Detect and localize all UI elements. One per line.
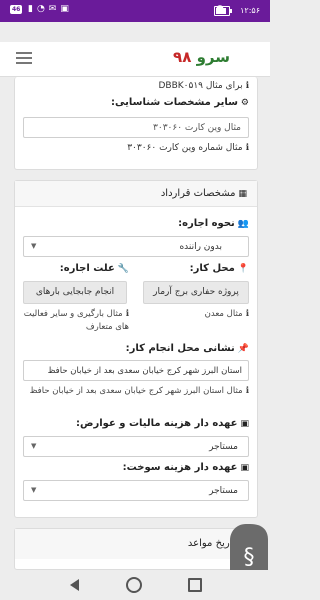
contract-header: ▦مشخصات قرارداد — [15, 181, 257, 207]
home-icon[interactable] — [126, 577, 142, 593]
other-ids-heading: ⚙سایر مشخصات شناسایی: — [111, 97, 249, 108]
cogs-icon: ⚙ — [240, 98, 249, 108]
address-hint: مثال استان البرز شهر کرج خیابان سعدی بعد… — [29, 386, 243, 396]
fuel-label: عهده دار هزینه سوخت: — [122, 462, 238, 473]
location-heading: 📍محل کار: — [190, 263, 249, 274]
fuel-select[interactable]: مستاجر ▼ — [23, 480, 249, 501]
reason-heading: 🔧علت اجاره: — [60, 263, 129, 274]
rent-type-heading: 👥نحوه اجاره: — [178, 218, 249, 229]
vin-hint: مثال شماره وین کارت ۳۰۳۰۶۰ — [127, 143, 243, 153]
reason-value: انجام جابجایی بارهای — [35, 287, 115, 297]
example-row: ℹبرای مثال DBBK۰۵۱۹ — [158, 81, 249, 91]
info-circle-icon: ℹ — [245, 81, 249, 91]
brand-number: ۹۸ — [173, 48, 192, 66]
system-nav-bar — [0, 570, 270, 600]
dates-header: ▦تاریخ مواعد — [15, 529, 257, 559]
fuel-heading: ▣عهده دار هزینه سوخت: — [123, 462, 249, 473]
vin-hint-row: ℹمثال شماره وین کارت ۳۰۳۰۶۰ — [127, 143, 249, 153]
address-hint-row: ℹمثال استان البرز شهر کرج خیابان سعدی بع… — [23, 385, 249, 398]
chevron-down-icon: ▼ — [31, 442, 37, 450]
other-ids-label: سایر مشخصات شناسایی: — [111, 97, 238, 108]
info-circle-icon: ℹ — [245, 143, 249, 153]
vin-input[interactable]: مثال وین کارت ۳۰۳۰۶۰ — [23, 117, 249, 138]
address-heading: 📌نشانی محل انجام کار: — [126, 343, 249, 354]
status-time: ۱۲:۵۶ — [240, 6, 260, 15]
tax-value: مستاجر — [209, 442, 238, 452]
map-marker-icon: 📍 — [237, 264, 249, 274]
app-logo: سرو ۹۸ — [173, 48, 230, 66]
status-bar: 46 ▮◔✉▣ ● ۱۲:۵۶ — [0, 0, 270, 22]
sim-indicator: 46 — [10, 5, 23, 14]
rent-type-value: بدون راننده — [179, 242, 222, 252]
recent-apps-icon[interactable] — [188, 578, 202, 592]
rent-type-label: نحوه اجاره: — [178, 218, 235, 229]
address-label: نشانی محل انجام کار: — [125, 343, 235, 354]
address-input[interactable]: استان البرز شهر کرج خیابان سعدی بعد از خ… — [23, 360, 249, 381]
location-value: پروژه حفاری برج آرمار — [153, 287, 239, 297]
pin-icon: 📌 — [237, 344, 249, 354]
chevron-down-icon: ▼ — [31, 242, 37, 250]
identity-card: ℹبرای مثال DBBK۰۵۱۹ ⚙سایر مشخصات شناسایی… — [14, 77, 258, 170]
tax-select[interactable]: مستاجر ▼ — [23, 436, 249, 457]
brand-text: سرو — [196, 48, 230, 66]
back-icon[interactable] — [70, 579, 79, 591]
money-icon: ▣ — [240, 419, 249, 429]
location-label: محل کار: — [189, 263, 235, 274]
battery-level — [216, 8, 226, 14]
money-icon: ▣ — [240, 463, 249, 473]
rent-type-select[interactable]: بدون راننده ▼ — [23, 236, 249, 257]
vin-placeholder: مثال وین کارت ۳۰۳۰۶۰ — [153, 123, 241, 133]
svg-text:§: § — [244, 545, 255, 570]
battery-icon — [214, 6, 232, 16]
signal-wifi-icons: ▮◔✉▣ — [28, 4, 73, 14]
reason-field[interactable]: انجام جابجایی بارهای — [23, 281, 127, 304]
info-circle-icon: ℹ — [125, 309, 129, 319]
info-circle-icon: ℹ — [245, 309, 249, 319]
info-circle-icon: ℹ — [245, 386, 249, 396]
reason-hint-row: ℹمثال بارگیری و سایر فعالیت های متعارف — [23, 308, 129, 334]
location-hint: مثال معدن — [204, 309, 243, 319]
chevron-down-icon: ▼ — [31, 486, 37, 494]
app-bar: سرو ۹۸ — [0, 42, 270, 77]
tax-label: عهده دار هزینه مالیات و عوارض: — [76, 418, 238, 429]
hamburger-menu-icon[interactable] — [16, 52, 32, 64]
fuel-value: مستاجر — [209, 486, 238, 496]
reason-label: علت اجاره: — [59, 263, 115, 274]
contract-card: ▦مشخصات قرارداد 👥نحوه اجاره: بدون راننده… — [14, 180, 258, 518]
calendar-icon: ▦ — [238, 189, 247, 199]
contract-title: مشخصات قرارداد — [160, 188, 236, 199]
tax-heading: ▣عهده دار هزینه مالیات و عوارض: — [76, 418, 249, 429]
location-hint-row: ℹمثال معدن — [145, 308, 249, 321]
reason-hint: مثال بارگیری و سایر فعالیت های متعارف — [23, 309, 129, 332]
address-value: استان البرز شهر کرج خیابان سعدی بعد از خ… — [47, 366, 242, 376]
example-text: برای مثال DBBK۰۵۱۹ — [158, 81, 243, 91]
location-field[interactable]: پروژه حفاری برج آرمار — [143, 281, 249, 304]
users-icon: 👥 — [237, 219, 249, 229]
wrench-icon: 🔧 — [117, 264, 129, 274]
